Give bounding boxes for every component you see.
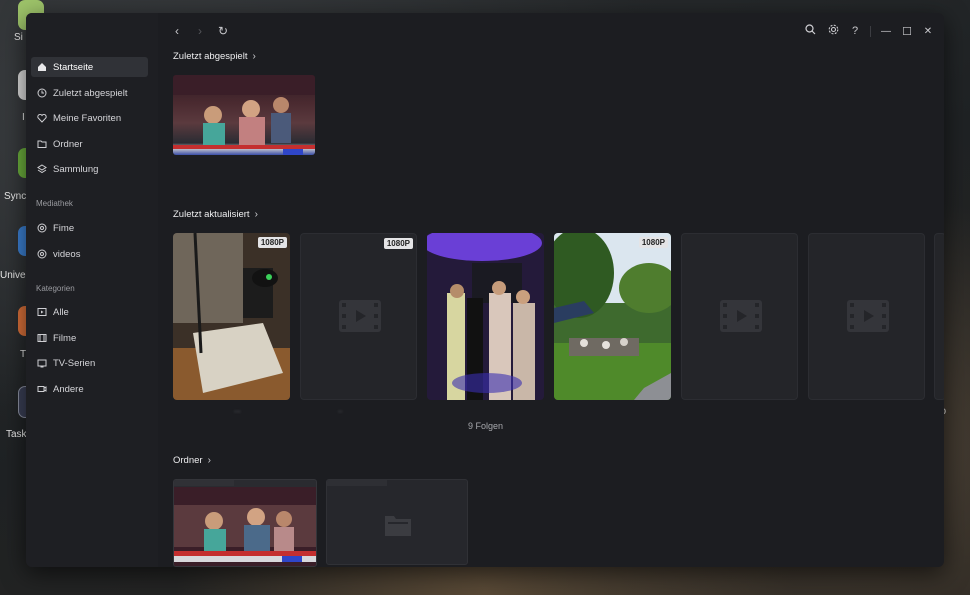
sidebar-item-label: videos xyxy=(53,248,81,260)
sidebar-item-label: Meine Favoriten xyxy=(53,112,122,124)
sidebar-item-label: Startseite xyxy=(53,61,94,73)
help-button[interactable]: ? xyxy=(848,24,862,38)
sidebar-item-label: Alle xyxy=(53,306,69,318)
sidebar-item-label: Andere xyxy=(53,383,84,395)
room-photo-image xyxy=(173,233,290,400)
sidebar-item-sammlung[interactable]: Sammlung xyxy=(31,159,148,179)
sidebar-item-label: Zuletzt abgespielt xyxy=(53,87,128,99)
resolution-badge: 1080P xyxy=(638,237,668,248)
video-placeholder-icon xyxy=(339,300,381,332)
episode-count: 9 Folgen xyxy=(468,421,504,431)
folder-card-empty[interactable] xyxy=(326,479,468,565)
close-button[interactable]: ✕ xyxy=(921,24,935,38)
video-card[interactable] xyxy=(808,233,925,400)
section-title-label: Zuletzt abgespielt xyxy=(173,51,248,62)
sidebar-item-tv-serien[interactable]: TV-Serien xyxy=(31,353,148,373)
disc-icon xyxy=(37,249,47,259)
tv-icon xyxy=(37,358,47,368)
chevron-right-icon: › xyxy=(254,209,258,220)
video-card-caption: .. xyxy=(338,405,343,414)
desktop-label-3: Sync xyxy=(4,191,27,202)
play-box-icon xyxy=(37,307,47,317)
gear-icon xyxy=(828,24,839,38)
clock-icon xyxy=(37,88,47,98)
search-button[interactable] xyxy=(803,24,817,38)
video-card[interactable]: 1080P xyxy=(300,233,417,400)
heart-icon xyxy=(37,113,47,123)
video-card[interactable] xyxy=(681,233,798,400)
search-icon xyxy=(804,24,816,38)
desktop-label-6: Task xyxy=(6,429,27,440)
garden-photo-image xyxy=(554,233,671,400)
library-heading: Mediathek xyxy=(36,199,73,208)
section-title-recent-updated[interactable]: Zuletzt aktualisiert › xyxy=(173,209,258,220)
stage-scene-image xyxy=(173,75,315,155)
sidebar-item-filme[interactable]: Filme xyxy=(31,328,148,348)
video-card-caption: ... xyxy=(234,405,241,414)
folder-icon xyxy=(37,139,47,149)
sidebar-item-alle[interactable]: Alle xyxy=(31,302,148,322)
sidebar-item-label: Fime xyxy=(53,222,75,234)
folder-preview-image xyxy=(174,487,316,566)
sidebar-item-zuletzt-abgespielt[interactable]: Zuletzt abgespielt xyxy=(31,83,148,103)
recent-played-video-thumbnail[interactable] xyxy=(173,75,315,155)
chevron-right-icon: › xyxy=(252,51,256,62)
party-photo-image xyxy=(427,233,544,400)
section-title-recent-played[interactable]: Zuletzt abgespielt › xyxy=(173,51,256,62)
sidebar-item-label: Sammlung xyxy=(53,163,99,175)
video-card[interactable] xyxy=(427,233,544,400)
video-placeholder-icon xyxy=(847,300,889,332)
settings-button[interactable] xyxy=(826,24,840,38)
video-station-window: Startseite Zuletzt abgespielt Meine Favo… xyxy=(26,13,944,567)
home-icon xyxy=(37,62,47,72)
sidebar-item-ordner[interactable]: Ordner xyxy=(31,134,148,154)
disc-icon xyxy=(37,223,47,233)
refresh-button[interactable]: ↻ xyxy=(216,24,230,38)
folder-tab-shape xyxy=(327,480,387,486)
desktop-label-2: I xyxy=(22,112,25,123)
sidebar-item-label: Filme xyxy=(53,332,77,344)
video-card-partial[interactable] xyxy=(934,233,944,400)
film-icon xyxy=(37,333,47,343)
folder-card-with-preview[interactable] xyxy=(173,479,317,567)
forward-button[interactable]: › xyxy=(193,24,207,38)
desktop-label-1: Si xyxy=(14,32,23,43)
section-title-folders[interactable]: Ordner › xyxy=(173,455,211,466)
video-card[interactable]: 1080P xyxy=(173,233,290,400)
back-button[interactable]: ‹ xyxy=(170,24,184,38)
section-title-label: Ordner xyxy=(173,455,203,466)
sidebar-item-startseite[interactable]: Startseite xyxy=(31,57,148,77)
folder-tab-shape xyxy=(174,480,234,486)
resolution-badge: 1080P xyxy=(383,238,413,249)
video-card[interactable]: 1080P xyxy=(554,233,671,400)
categories-heading: Kategorien xyxy=(36,284,75,293)
sidebar-item-fime[interactable]: Fime xyxy=(31,218,148,238)
desktop-label-4: Univer xyxy=(0,270,29,281)
layers-icon xyxy=(37,164,47,174)
sidebar-item-andere[interactable]: Andere xyxy=(31,379,148,399)
section-title-label: Zuletzt aktualisiert xyxy=(173,209,250,220)
sidebar-item-label: Ordner xyxy=(53,138,83,150)
sidebar-item-label: TV-Serien xyxy=(53,357,96,369)
resolution-badge: 1080P xyxy=(257,237,287,248)
sidebar-item-meine-favoriten[interactable]: Meine Favoriten xyxy=(31,108,148,128)
video-placeholder-icon xyxy=(720,300,762,332)
camera-icon xyxy=(37,384,47,394)
sidebar: Startseite Zuletzt abgespielt Meine Favo… xyxy=(26,13,158,567)
toolbar-divider xyxy=(870,26,871,37)
chevron-right-icon: › xyxy=(207,455,211,466)
maximize-button[interactable]: ☐ xyxy=(900,24,914,38)
sidebar-item-videos[interactable]: videos xyxy=(31,244,148,264)
minimize-button[interactable]: — xyxy=(879,24,893,38)
folder-icon xyxy=(385,516,411,536)
